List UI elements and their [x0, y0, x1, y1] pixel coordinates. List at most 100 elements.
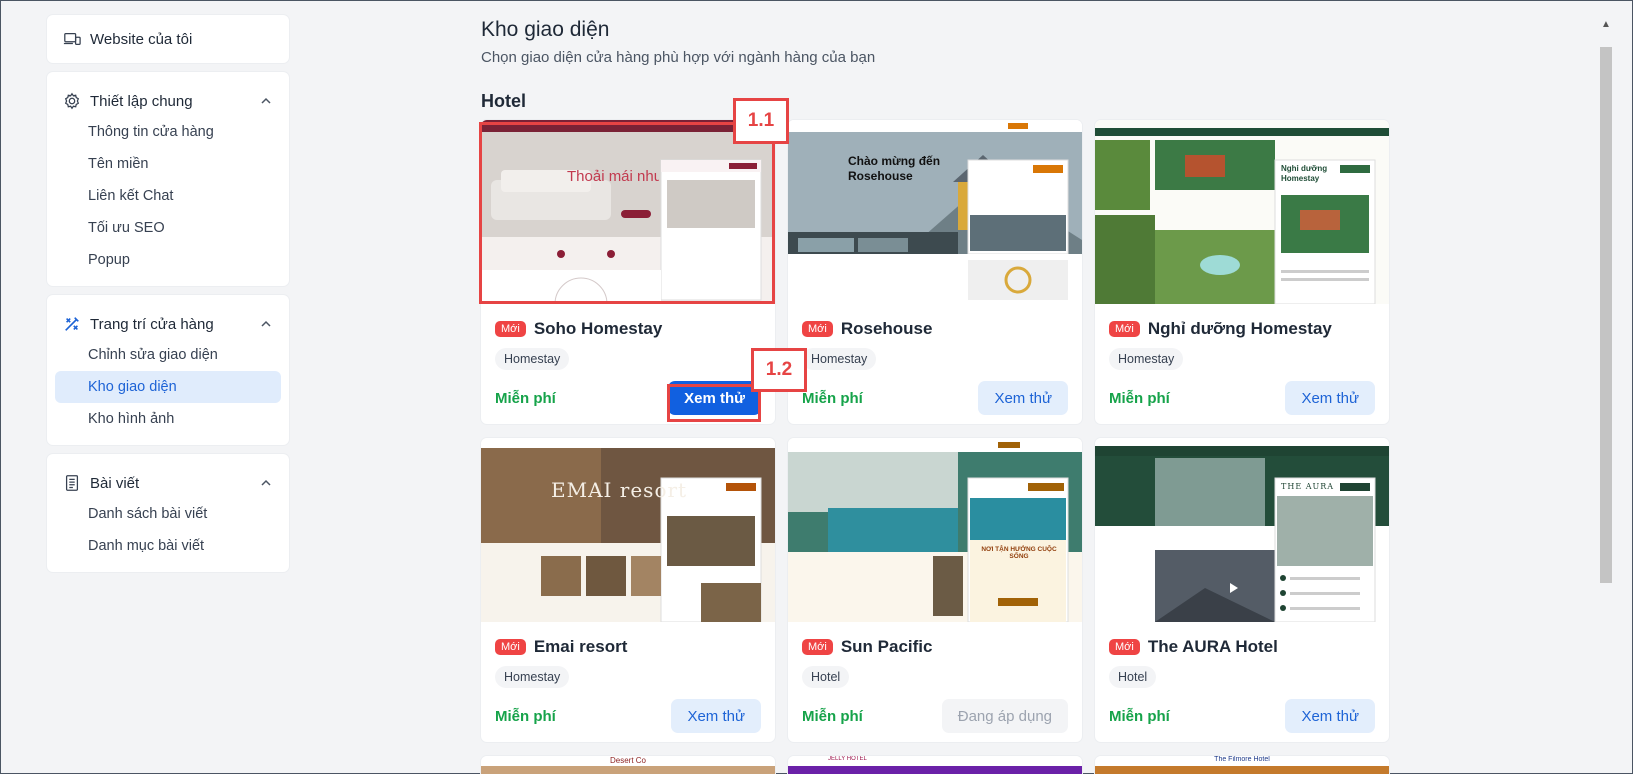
thumbnail-image	[481, 438, 775, 622]
preview-button[interactable]: Xem thử	[671, 699, 761, 733]
page-subtitle: Chọn giao diện cửa hàng phù hợp với ngàn…	[481, 49, 876, 66]
sidebar-group-header[interactable]: Trang trí cửa hàng	[47, 309, 289, 339]
template-name: Soho Homestay	[533, 319, 663, 338]
sidebar-item-post-categories[interactable]: Danh mục bài viết	[55, 530, 281, 562]
new-badge: Mới	[1109, 639, 1140, 655]
main-content: Kho giao diện Chọn giao diện cửa hàng ph…	[479, 15, 1401, 774]
sidebar-item-store-info[interactable]: Thông tin cửa hàng	[55, 116, 281, 148]
template-tag: Homestay	[495, 348, 570, 370]
preview-button[interactable]: Xem thử	[978, 381, 1068, 415]
gear-icon	[64, 92, 80, 110]
template-price: Miễn phí	[495, 707, 556, 725]
thumbnail-headline: Thoải mái như ở nhà	[567, 168, 659, 185]
new-badge: Mới	[802, 639, 833, 655]
new-badge: Mới	[495, 321, 526, 337]
template-card[interactable]: NƠI TẬN HƯỞNG CUỘC SỐNG Mới Sun Pacific …	[788, 438, 1082, 742]
thumbnail-headline: THE AURA	[1281, 482, 1335, 491]
sidebar-group-header[interactable]: Thiết lập chung	[47, 86, 289, 116]
sidebar-group-header[interactable]: Bài viết	[47, 468, 289, 498]
preview-button[interactable]: Xem thử	[668, 381, 761, 415]
applied-button: Đang áp dụng	[941, 699, 1068, 733]
sidebar-group-title: Thiết lập chung	[90, 92, 193, 110]
template-card[interactable]: JELLY HOTEL	[788, 756, 1082, 774]
template-card[interactable]: Nghỉ dưỡng Homestay Mới Nghỉ dưỡng Homes…	[1095, 120, 1389, 424]
sidebar-group-title: Bài viết	[90, 474, 140, 492]
thumbnail-headline: Desert Co	[481, 756, 775, 766]
thumbnail-headline: Chào mừng đến Rosehouse	[848, 154, 941, 183]
sidebar-item-seo[interactable]: Tối ưu SEO	[55, 212, 281, 244]
sidebar-group-store-decoration: Trang trí cửa hàng Chỉnh sửa giao diện K…	[47, 295, 289, 445]
template-price: Miễn phí	[1109, 707, 1170, 725]
preview-button[interactable]: Xem thử	[1285, 381, 1375, 415]
template-price: Miễn phí	[495, 389, 556, 407]
callout-label: 1.2	[751, 348, 807, 392]
template-price: Miễn phí	[1109, 389, 1170, 407]
new-badge: Mới	[1109, 321, 1140, 337]
template-thumbnail[interactable]: Thoải mái như ở nhà	[481, 120, 775, 304]
thumbnail-image	[1095, 766, 1389, 774]
template-name: Sun Pacific	[840, 637, 933, 656]
sidebar-item-theme-store[interactable]: Kho giao diện	[55, 371, 281, 403]
thumbnail-headline: Nghỉ dưỡng Homestay	[1281, 164, 1328, 183]
template-thumbnail[interactable]: Nghỉ dưỡng Homestay	[1095, 120, 1389, 304]
sidebar-item-edit-theme[interactable]: Chỉnh sửa giao diện	[55, 339, 281, 371]
sidebar-item-label: Website của tôi	[90, 30, 193, 48]
template-price: Miễn phí	[802, 707, 863, 725]
chevron-up-icon[interactable]	[259, 476, 273, 490]
thumbnail-headline: EMAI resort	[551, 478, 688, 502]
thumbnail-image	[481, 120, 775, 304]
template-name: The AURA Hotel	[1147, 637, 1278, 656]
page-title: Kho giao diện	[481, 18, 610, 41]
section-title: Hotel	[481, 91, 526, 111]
template-card[interactable]: Thoải mái như ở nhà Mới Soho Homestay Ho…	[481, 120, 775, 424]
sidebar-item-chat-link[interactable]: Liên kết Chat	[55, 180, 281, 212]
chevron-up-icon[interactable]	[259, 317, 273, 331]
thumbnail-image	[1095, 120, 1389, 304]
sidebar-item-post-list[interactable]: Danh sách bài viết	[55, 498, 281, 530]
template-card[interactable]: The Filmore Hotel	[1095, 756, 1389, 774]
chevron-up-icon[interactable]	[259, 94, 273, 108]
template-name: Nghỉ dưỡng Homestay	[1147, 319, 1332, 338]
sidebar-item-domain[interactable]: Tên miền	[55, 148, 281, 180]
template-card[interactable]: THE AURA Mới The AURA Hotel Hotel Miễn p…	[1095, 438, 1389, 742]
sidebar-group-title: Trang trí cửa hàng	[90, 315, 214, 333]
thumbnail-image	[788, 120, 1082, 304]
thumbnail-image	[788, 766, 1082, 774]
sidebar-item-image-store[interactable]: Kho hình ảnh	[55, 403, 281, 435]
template-thumbnail[interactable]: NƠI TẬN HƯỞNG CUỘC SỐNG	[788, 438, 1082, 622]
template-card[interactable]: EMAI resort Mới Emai resort Homestay Miễ…	[481, 438, 775, 742]
template-name: Emai resort	[533, 637, 628, 656]
new-badge: Mới	[802, 321, 833, 337]
template-tag: Homestay	[495, 666, 570, 688]
sidebar-group-general-settings: Thiết lập chung Thông tin cửa hàng Tên m…	[47, 72, 289, 286]
document-icon	[65, 475, 79, 491]
devices-icon	[63, 32, 81, 46]
template-thumbnail[interactable]: THE AURA	[1095, 438, 1389, 622]
thumbnail-image	[788, 438, 1082, 622]
scroll-up-arrow-icon[interactable]: ▲	[1600, 19, 1612, 31]
sidebar-item-popup[interactable]: Popup	[55, 244, 281, 276]
thumbnail-image	[1095, 438, 1389, 622]
template-tag: Hotel	[1109, 666, 1157, 688]
template-price: Miễn phí	[802, 389, 863, 407]
sidebar: Website của tôi Thiết lập chung Thông ti…	[47, 15, 289, 581]
preview-button[interactable]: Xem thử	[1285, 699, 1375, 733]
template-name: Rosehouse	[840, 319, 933, 338]
new-badge: Mới	[495, 639, 526, 655]
callout-label: 1.1	[733, 98, 789, 144]
thumbnail-headline: NƠI TẬN HƯỞNG CUỘC SỐNG	[981, 546, 1057, 560]
template-thumbnail[interactable]: Chào mừng đến Rosehouse	[788, 120, 1082, 304]
scroll-thumb[interactable]	[1600, 47, 1612, 583]
template-card[interactable]: Desert Co	[481, 756, 775, 774]
design-tools-icon	[65, 317, 79, 331]
template-thumbnail[interactable]: EMAI resort	[481, 438, 775, 622]
thumbnail-image	[481, 766, 775, 774]
template-tag: Homestay	[1109, 348, 1184, 370]
sidebar-item-my-website[interactable]: Website của tôi	[47, 15, 289, 63]
scrollbar[interactable]: ▲	[1598, 15, 1612, 767]
thumbnail-headline: The Filmore Hotel	[1095, 756, 1389, 766]
template-card[interactable]: Chào mừng đến Rosehouse Mới Rosehouse Ho…	[788, 120, 1082, 424]
template-tag: Homestay	[802, 348, 877, 370]
template-tag: Hotel	[802, 666, 850, 688]
sidebar-group-posts: Bài viết Danh sách bài viết Danh mục bài…	[47, 454, 289, 572]
